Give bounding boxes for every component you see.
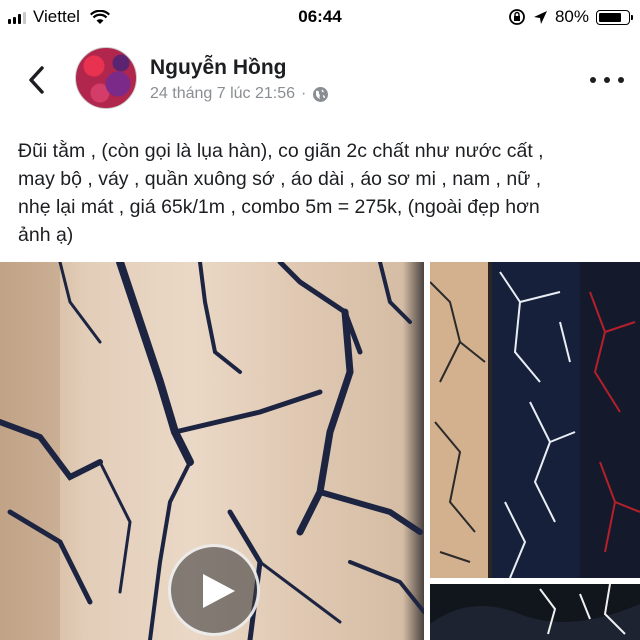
back-button[interactable] (22, 60, 52, 100)
globe-icon (313, 86, 329, 102)
rotation-lock-icon (509, 9, 525, 25)
battery-icon (596, 9, 633, 25)
post-text-line: ảnh ạ) (18, 224, 74, 246)
battery-fill (599, 12, 621, 22)
fabric-pattern-dark (430, 584, 640, 640)
status-bar: Viettel 06:44 80% (0, 0, 640, 34)
post-media (0, 262, 640, 640)
battery-percent: 80% (554, 7, 589, 26)
chevron-left-icon (29, 66, 44, 94)
post-text: Đũi tằm , (còn gọi là lụa hàn), co giãn … (18, 137, 628, 249)
fabric-pattern-mixed (430, 262, 640, 578)
avatar[interactable] (75, 47, 137, 109)
post-text-line: may bộ , váy , quần xuông sớ , áo dài , … (18, 168, 542, 190)
play-button[interactable] (168, 544, 260, 636)
meta-separator: · (301, 85, 307, 102)
status-right: 80% (508, 7, 633, 27)
video-thumbnail[interactable] (0, 262, 424, 640)
more-horizontal-icon (590, 77, 596, 83)
more-options-button[interactable] (590, 70, 624, 90)
author-name[interactable]: Nguyễn Hồng (150, 56, 287, 80)
post-header: Nguyễn Hồng 24 tháng 7 lúc 21:56 · (0, 40, 640, 120)
photo-thumbnail[interactable] (430, 262, 640, 578)
post-text-line: Đũi tằm , (còn gọi là lụa hàn), co giãn … (18, 140, 544, 162)
location-icon (533, 10, 547, 24)
post-timestamp[interactable]: 24 tháng 7 lúc 21:56 (150, 85, 295, 103)
photo-thumbnail[interactable] (430, 584, 640, 640)
play-icon (203, 574, 235, 608)
post-text-line: nhẹ lại mát , giá 65k/1m , combo 5m = 27… (18, 196, 540, 218)
post-meta: 24 tháng 7 lúc 21:56 · (150, 85, 329, 103)
